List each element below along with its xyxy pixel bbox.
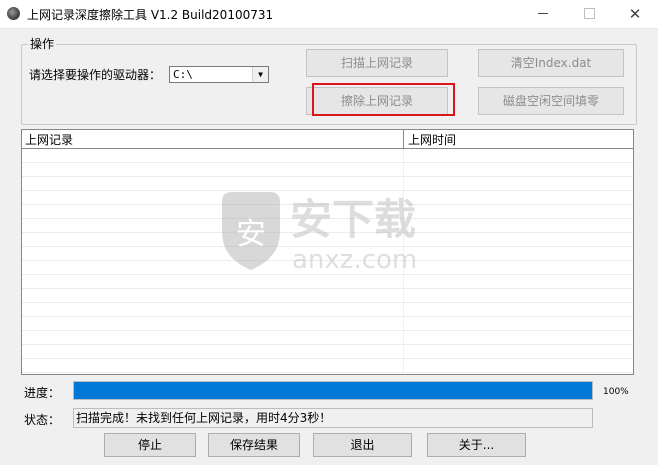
scan-records-button[interactable]: 扫描上网记录	[306, 49, 448, 77]
operation-group-title: 操作	[28, 35, 57, 52]
stop-button[interactable]: 停止	[104, 433, 196, 457]
progress-fill	[74, 382, 592, 399]
maximize-icon[interactable]	[566, 0, 612, 28]
about-button[interactable]: 关于...	[427, 433, 526, 457]
exit-button[interactable]: 退出	[313, 433, 412, 457]
chevron-down-icon[interactable]: ▼	[252, 67, 268, 82]
wipe-free-space-button[interactable]: 磁盘空闲空间填零	[478, 87, 624, 115]
progress-bar	[73, 381, 593, 400]
clear-index-dat-button[interactable]: 清空Index.dat	[478, 49, 624, 77]
save-results-button[interactable]: 保存结果	[208, 433, 300, 457]
watermark-badge: 安	[236, 217, 266, 252]
app-icon	[7, 7, 20, 20]
progress-label: 进度：	[24, 386, 61, 400]
column-header-time[interactable]: 上网时间	[408, 131, 456, 148]
minimize-icon[interactable]	[520, 0, 566, 28]
window-title: 上网记录深度擦除工具 V1.2 Build20100731	[27, 8, 274, 22]
column-divider[interactable]	[403, 130, 404, 148]
drive-select-value: C:\	[173, 68, 193, 81]
close-icon[interactable]: ✕	[612, 0, 658, 28]
list-header: 上网记录 上网时间	[22, 130, 633, 149]
status-label: 状态：	[24, 413, 61, 427]
column-header-record[interactable]: 上网记录	[25, 131, 73, 148]
drive-label: 请选择要操作的驱动器：	[29, 68, 162, 82]
progress-percent: 100%	[603, 387, 629, 397]
watermark-text: 安下载	[290, 195, 416, 244]
highlight-box	[312, 83, 455, 116]
drive-select[interactable]: C:\ ▼	[169, 66, 269, 83]
status-field: 扫描完成！未找到任何上网记录，用时4分3秒！	[73, 408, 593, 428]
watermark-logo: 安 安下载 anxz.com	[222, 192, 417, 274]
title-bar: 上网记录深度擦除工具 V1.2 Build20100731 ✕	[0, 0, 658, 29]
watermark-subtext: anxz.com	[292, 245, 417, 274]
